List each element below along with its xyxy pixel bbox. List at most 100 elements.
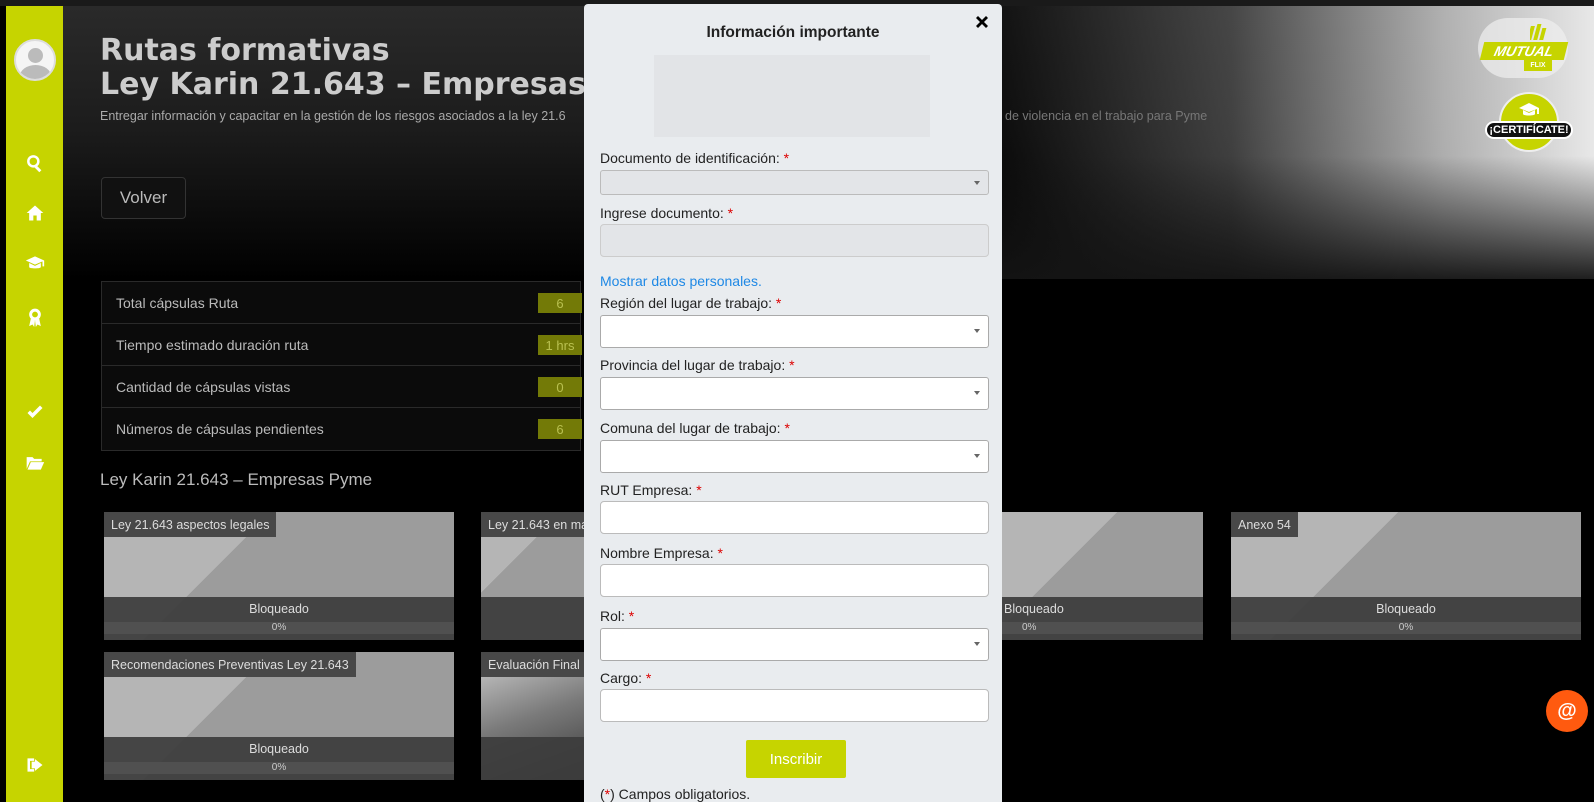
required-mark: * — [789, 357, 795, 373]
required-mark: * — [645, 670, 652, 686]
certificate-badge[interactable]: ¡CERTIFÍCATE! — [1485, 92, 1573, 152]
capsule-title: Ley 21.643 en ma — [481, 512, 584, 537]
capsule-status: Bloqueado — [249, 602, 309, 616]
stat-label: Tiempo estimado duración ruta — [116, 336, 309, 353]
region-label: Región del lugar de trabajo: * — [600, 295, 781, 311]
rut-input[interactable] — [600, 501, 989, 534]
stat-row: Números de cápsulas pendientes 6 — [102, 408, 582, 450]
required-mark: * — [775, 295, 782, 311]
certificate-label: ¡CERTIFÍCATE! — [1485, 121, 1573, 139]
company-name-label-text: Nombre Empresa: — [600, 545, 714, 561]
page-title-line2: Ley Karin 21.643 – Empresas — [100, 67, 586, 102]
capsule-title: Ley 21.643 aspectos legales — [104, 512, 277, 537]
award-ribbon-icon[interactable] — [24, 306, 46, 328]
capsule-title: Recomendaciones Preventivas Ley 21.643 — [104, 652, 356, 677]
submit-button[interactable]: Inscribir — [746, 740, 846, 778]
graduation-cap-icon[interactable] — [24, 252, 46, 274]
capsule-card[interactable]: Ley 21.643 en ma — [481, 512, 584, 640]
stat-label: Total cápsulas Ruta — [116, 294, 239, 311]
mutual-flix-logo[interactable]: MUTUAL FLIX — [1478, 18, 1569, 78]
stat-label: Números de cápsulas pendientes — [116, 421, 324, 437]
cargo-input[interactable] — [600, 689, 989, 722]
capsule-title: Evaluación Final — [481, 652, 584, 677]
doc-number-input[interactable] — [600, 224, 989, 257]
back-button[interactable]: Volver — [101, 177, 186, 219]
rol-label-text: Rol: — [600, 608, 625, 624]
locked-overlay — [481, 597, 584, 640]
chat-button[interactable]: @ — [1546, 690, 1588, 732]
doc-type-label-text: Documento de identificación: — [600, 150, 780, 166]
chevron-down-icon — [974, 329, 980, 333]
registration-modal: Información importante Documento de iden… — [584, 4, 1002, 802]
capsule-progress: 0% — [104, 762, 454, 774]
cargo-label: Cargo: * — [600, 670, 651, 686]
chevron-down-icon — [974, 454, 980, 458]
doc-number-label-text: Ingrese documento: — [600, 205, 724, 221]
capsule-progress: 0% — [104, 622, 454, 634]
comuna-select[interactable] — [600, 440, 989, 473]
chevron-down-icon — [974, 642, 980, 646]
stat-row: Total cápsulas Ruta 6 — [102, 282, 582, 324]
required-mark: * — [784, 420, 790, 436]
stat-row: Cantidad de cápsulas vistas 0 — [102, 366, 582, 408]
chevron-down-icon — [974, 181, 980, 185]
capsule-status: Bloqueado — [249, 742, 309, 756]
close-icon[interactable] — [974, 14, 994, 34]
stat-value: 0 — [538, 377, 582, 397]
capsule-card[interactable]: Anexo 54 Bloqueado 0% — [1231, 512, 1581, 640]
sidebar — [6, 6, 63, 802]
required-mark: * — [727, 205, 734, 221]
logo-word: MUTUAL — [1479, 42, 1569, 60]
avatar-body — [20, 65, 51, 79]
search-icon[interactable] — [24, 152, 46, 174]
capsule-title: Anexo 54 — [1231, 512, 1298, 537]
page-title: Rutas formativas Ley Karin 21.643 – Empr… — [100, 34, 586, 102]
check-icon[interactable] — [24, 402, 46, 424]
capsule-card[interactable]: Ley 21.643 aspectos legales Bloqueado 0% — [104, 512, 454, 640]
stat-value: 6 — [538, 293, 582, 313]
capsule-progress: 0% — [1002, 622, 1203, 634]
logout-icon[interactable] — [24, 754, 46, 776]
logo-bars-icon — [1530, 24, 1547, 40]
chevron-down-icon — [974, 391, 980, 395]
required-mark: * — [783, 150, 790, 166]
company-name-input[interactable] — [600, 564, 989, 597]
section-title: Ley Karin 21.643 – Empresas Pyme — [100, 470, 373, 489]
footnote-text: ) Campos obligatorios. — [610, 786, 751, 802]
region-label-text: Región del lugar de trabajo: — [600, 295, 773, 311]
company-name-label: Nombre Empresa: * — [600, 545, 723, 561]
provincia-select[interactable] — [600, 377, 989, 410]
provincia-label-text: Provincia del lugar de trabajo: — [600, 357, 786, 373]
comuna-label-text: Comuna del lugar de trabajo: — [600, 420, 781, 436]
folder-open-icon[interactable] — [24, 452, 46, 474]
page-title-line1: Rutas formativas — [100, 33, 390, 68]
doc-type-label: Documento de identificación: * — [600, 150, 789, 166]
doc-type-select[interactable] — [600, 170, 989, 195]
show-personal-data-link[interactable]: Mostrar datos personales. — [600, 273, 762, 289]
required-mark: * — [628, 608, 635, 624]
capsule-card[interactable]: Bloqueado 0% — [1002, 512, 1203, 640]
capsule-card[interactable]: Evaluación Final — [481, 652, 584, 780]
rut-label-text: RUT Empresa: — [600, 482, 693, 498]
capsule-card[interactable]: Recomendaciones Preventivas Ley 21.643 B… — [104, 652, 454, 780]
home-icon[interactable] — [24, 202, 46, 224]
capsule-status: Bloqueado — [1376, 602, 1436, 616]
rol-select[interactable] — [600, 628, 989, 661]
capsule-status: Bloqueado — [1004, 602, 1064, 616]
cargo-label-text: Cargo: — [600, 670, 643, 686]
avatar-head — [28, 48, 43, 63]
rut-label: RUT Empresa: * — [600, 482, 702, 498]
route-description-tail: de violencia en el trabajo para Pyme — [1005, 109, 1208, 123]
provincia-label: Provincia del lugar de trabajo: * — [600, 357, 795, 373]
graduation-cap-icon — [1519, 103, 1539, 116]
required-mark: * — [717, 545, 723, 561]
stat-value: 6 — [538, 419, 582, 439]
required-fields-note: (*) Campos obligatorios. — [600, 786, 750, 802]
rol-label: Rol: * — [600, 608, 634, 624]
user-avatar[interactable] — [14, 39, 56, 81]
required-mark: * — [696, 482, 702, 498]
modal-title: Información importante — [706, 24, 880, 41]
stat-label: Cantidad de cápsulas vistas — [116, 378, 291, 395]
doc-number-label: Ingrese documento: * — [600, 205, 733, 221]
region-select[interactable] — [600, 315, 989, 348]
